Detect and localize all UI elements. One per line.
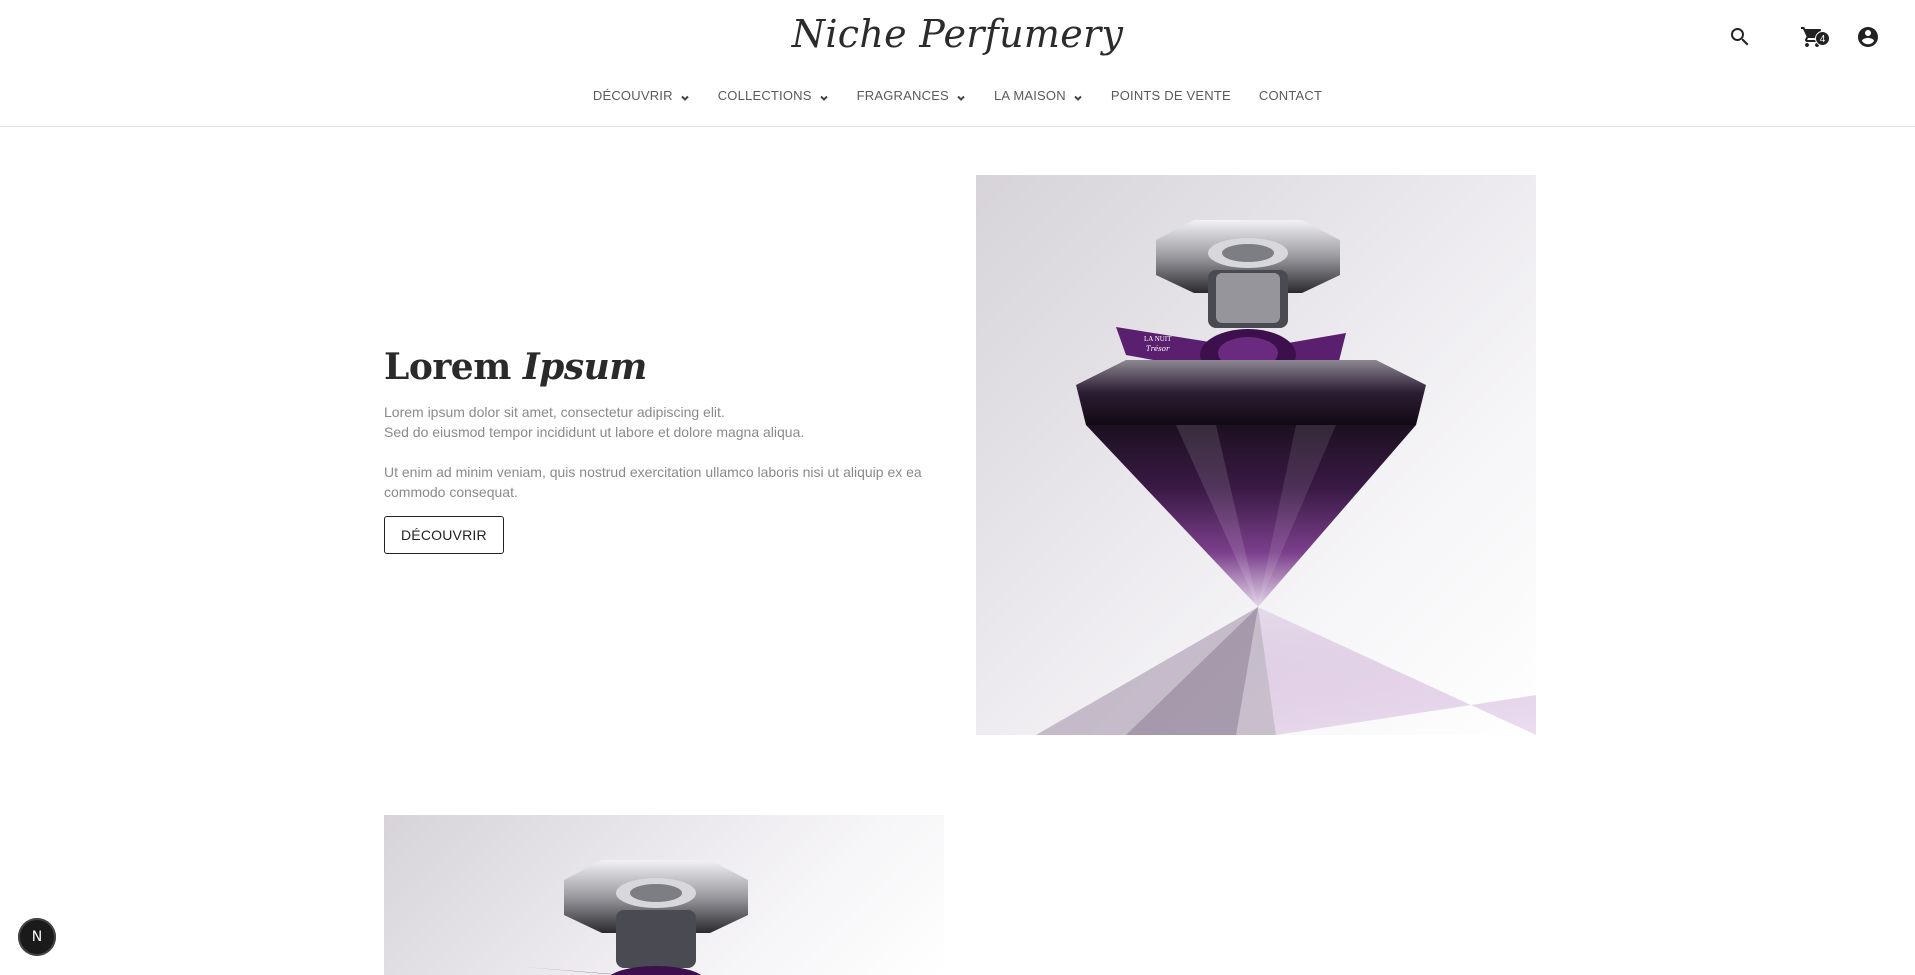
hero-title-plain: Lorem bbox=[384, 346, 523, 388]
bottle-label-line-2: Trésor bbox=[1146, 345, 1170, 353]
nav-item-label: DÉCOUVRIR bbox=[592, 88, 673, 103]
hero-title: Lorem Ipsum bbox=[384, 346, 944, 388]
nav-item-label: CONTACT bbox=[1258, 88, 1323, 103]
brand-logo: Niche Perfumery bbox=[0, 12, 1915, 56]
hero-paragraph-1-line-1: Lorem ipsum dolor sit amet, consectetur … bbox=[384, 404, 725, 420]
header-actions: 4 bbox=[1725, 22, 1883, 52]
nav-item-label: COLLECTIONS bbox=[717, 88, 812, 103]
chevron-down-icon bbox=[680, 91, 690, 101]
discover-button[interactable]: DÉCOUVRIR bbox=[384, 516, 504, 554]
nav-item-label: LA MAISON bbox=[993, 88, 1066, 103]
bottle-label-line-1: LA NUIT bbox=[1144, 335, 1172, 343]
account-circle-icon bbox=[1858, 27, 1878, 47]
nav-item-label: POINTS DE VENTE bbox=[1110, 88, 1231, 103]
chevron-down-icon bbox=[956, 91, 966, 101]
nav-item-fragrances[interactable]: FRAGRANCES bbox=[857, 88, 966, 103]
brand-name[interactable]: Niche Perfumery bbox=[792, 12, 1123, 56]
perfume-bottle-illustration bbox=[524, 860, 748, 975]
search-button[interactable] bbox=[1725, 22, 1755, 52]
site-header: Niche Perfumery 4 DÉCOUVRIR COLLECTIONS bbox=[0, 0, 1915, 127]
hero-paragraph-1: Lorem ipsum dolor sit amet, consectetur … bbox=[384, 402, 944, 442]
cart-button[interactable]: 4 bbox=[1797, 22, 1830, 52]
chevron-down-icon bbox=[1073, 91, 1083, 101]
nav-item-la-maison[interactable]: LA MAISON bbox=[994, 88, 1083, 103]
nav-item-collections[interactable]: COLLECTIONS bbox=[718, 88, 829, 103]
chevron-down-icon bbox=[819, 91, 829, 101]
hero-paragraph-1-line-2: Sed do eiusmod tempor incididunt ut labo… bbox=[384, 424, 805, 440]
nav-item-points-de-vente[interactable]: POINTS DE VENTE bbox=[1111, 88, 1231, 103]
hero-text-block: Lorem Ipsum Lorem ipsum dolor sit amet, … bbox=[384, 346, 944, 554]
hero-paragraph-2: Ut enim ad minim veniam, quis nostrud ex… bbox=[384, 464, 922, 500]
nav-item-contact[interactable]: CONTACT bbox=[1259, 88, 1322, 103]
secondary-product-image bbox=[384, 815, 944, 975]
main-nav: DÉCOUVRIR COLLECTIONS FRAGRANCES LA MAIS… bbox=[0, 88, 1915, 103]
account-button[interactable] bbox=[1853, 22, 1883, 52]
hero-product-image: LA NUIT Trésor bbox=[976, 175, 1536, 735]
search-icon bbox=[1731, 28, 1749, 46]
perfume-bottle-illustration: LA NUIT Trésor bbox=[1036, 220, 1536, 735]
floating-n-badge[interactable]: N bbox=[18, 918, 56, 956]
hero-title-italic: Ipsum bbox=[522, 346, 648, 388]
nav-item-decouvrir[interactable]: DÉCOUVRIR bbox=[593, 88, 690, 103]
cart-count-badge: 4 bbox=[1815, 31, 1830, 46]
nav-item-label: FRAGRANCES bbox=[856, 88, 949, 103]
